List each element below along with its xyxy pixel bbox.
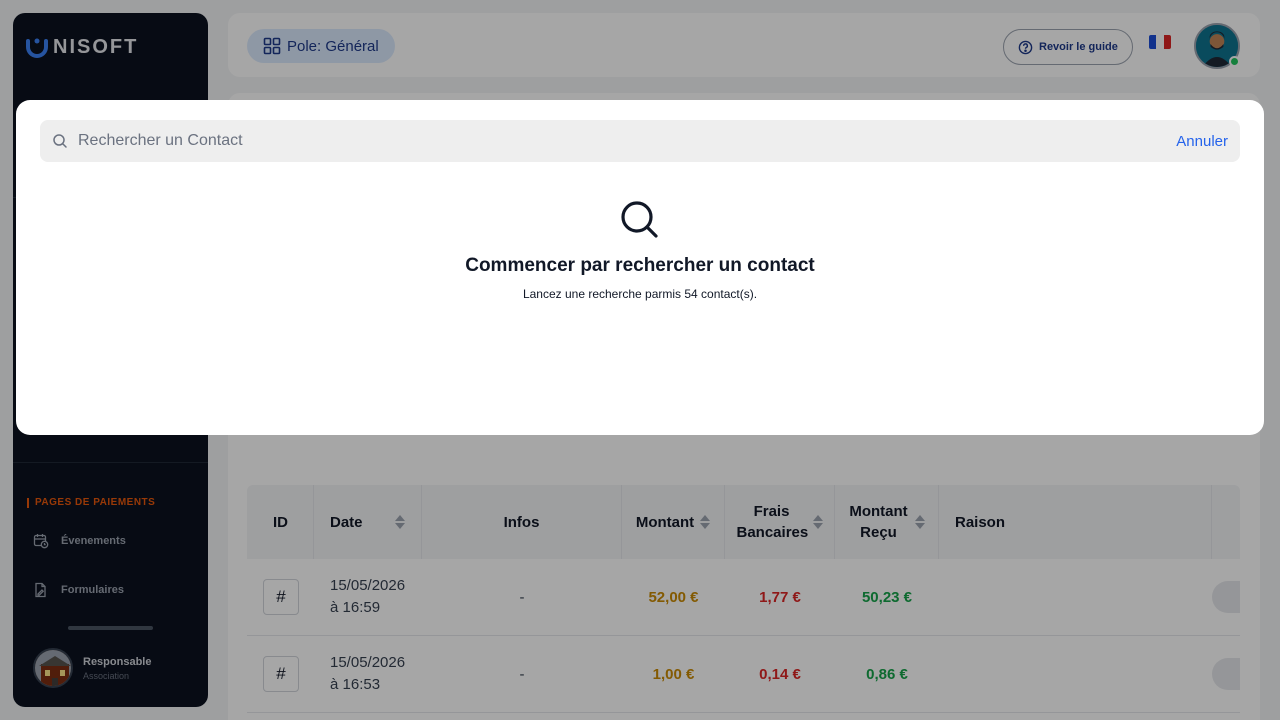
contact-search-input[interactable] — [78, 132, 1138, 150]
cancel-button[interactable]: Annuler — [1176, 133, 1228, 150]
search-icon — [53, 134, 67, 148]
empty-state-title: Commencer par rechercher un contact — [465, 255, 815, 276]
empty-state-subtitle: Lancez une recherche parmis 54 contact(s… — [522, 287, 758, 301]
search-icon — [621, 201, 658, 238]
search-bar: Annuler — [40, 120, 1240, 162]
contact-search-modal: Annuler Commencer par rechercher un cont… — [16, 100, 1264, 435]
